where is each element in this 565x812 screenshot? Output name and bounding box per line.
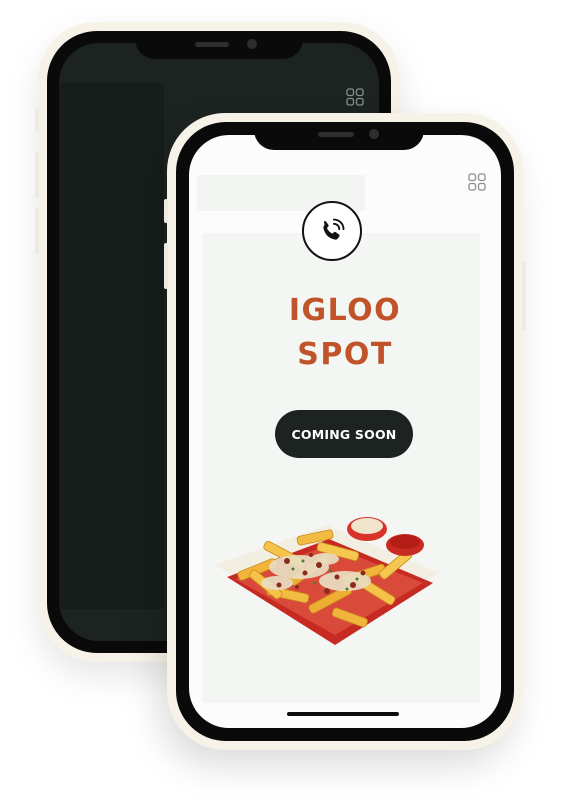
home-indicator bbox=[287, 712, 399, 716]
phone-notch bbox=[254, 122, 424, 150]
volume-up-button bbox=[35, 152, 39, 198]
mute-switch bbox=[164, 199, 168, 223]
volume-up-button bbox=[164, 243, 168, 289]
brand-title-line2: SPOT bbox=[297, 337, 393, 372]
grid-icon[interactable] bbox=[345, 87, 365, 112]
front-phone-screen: IGLOO SPOT COMING SOON bbox=[189, 135, 501, 728]
mute-switch bbox=[35, 108, 39, 132]
speaker-grille bbox=[318, 132, 354, 137]
grid-icon[interactable] bbox=[467, 172, 487, 197]
volume-down-button bbox=[35, 208, 39, 254]
phone-bezel: IGLOO SPOT COMING SOON bbox=[176, 122, 514, 741]
call-button[interactable] bbox=[302, 201, 362, 261]
phone-notch bbox=[135, 31, 303, 59]
front-camera bbox=[369, 129, 379, 139]
power-button bbox=[522, 261, 526, 331]
front-camera bbox=[247, 39, 257, 49]
loaded-fries-image bbox=[207, 495, 447, 665]
brand-title-line1: IGLOO bbox=[288, 293, 402, 328]
dark-side-panel bbox=[59, 83, 164, 609]
speaker-grille bbox=[195, 42, 229, 47]
phone-call-icon bbox=[323, 218, 345, 240]
front-phone-mockup: IGLOO SPOT COMING SOON bbox=[164, 113, 526, 750]
coming-soon-button[interactable]: COMING SOON bbox=[275, 410, 413, 458]
